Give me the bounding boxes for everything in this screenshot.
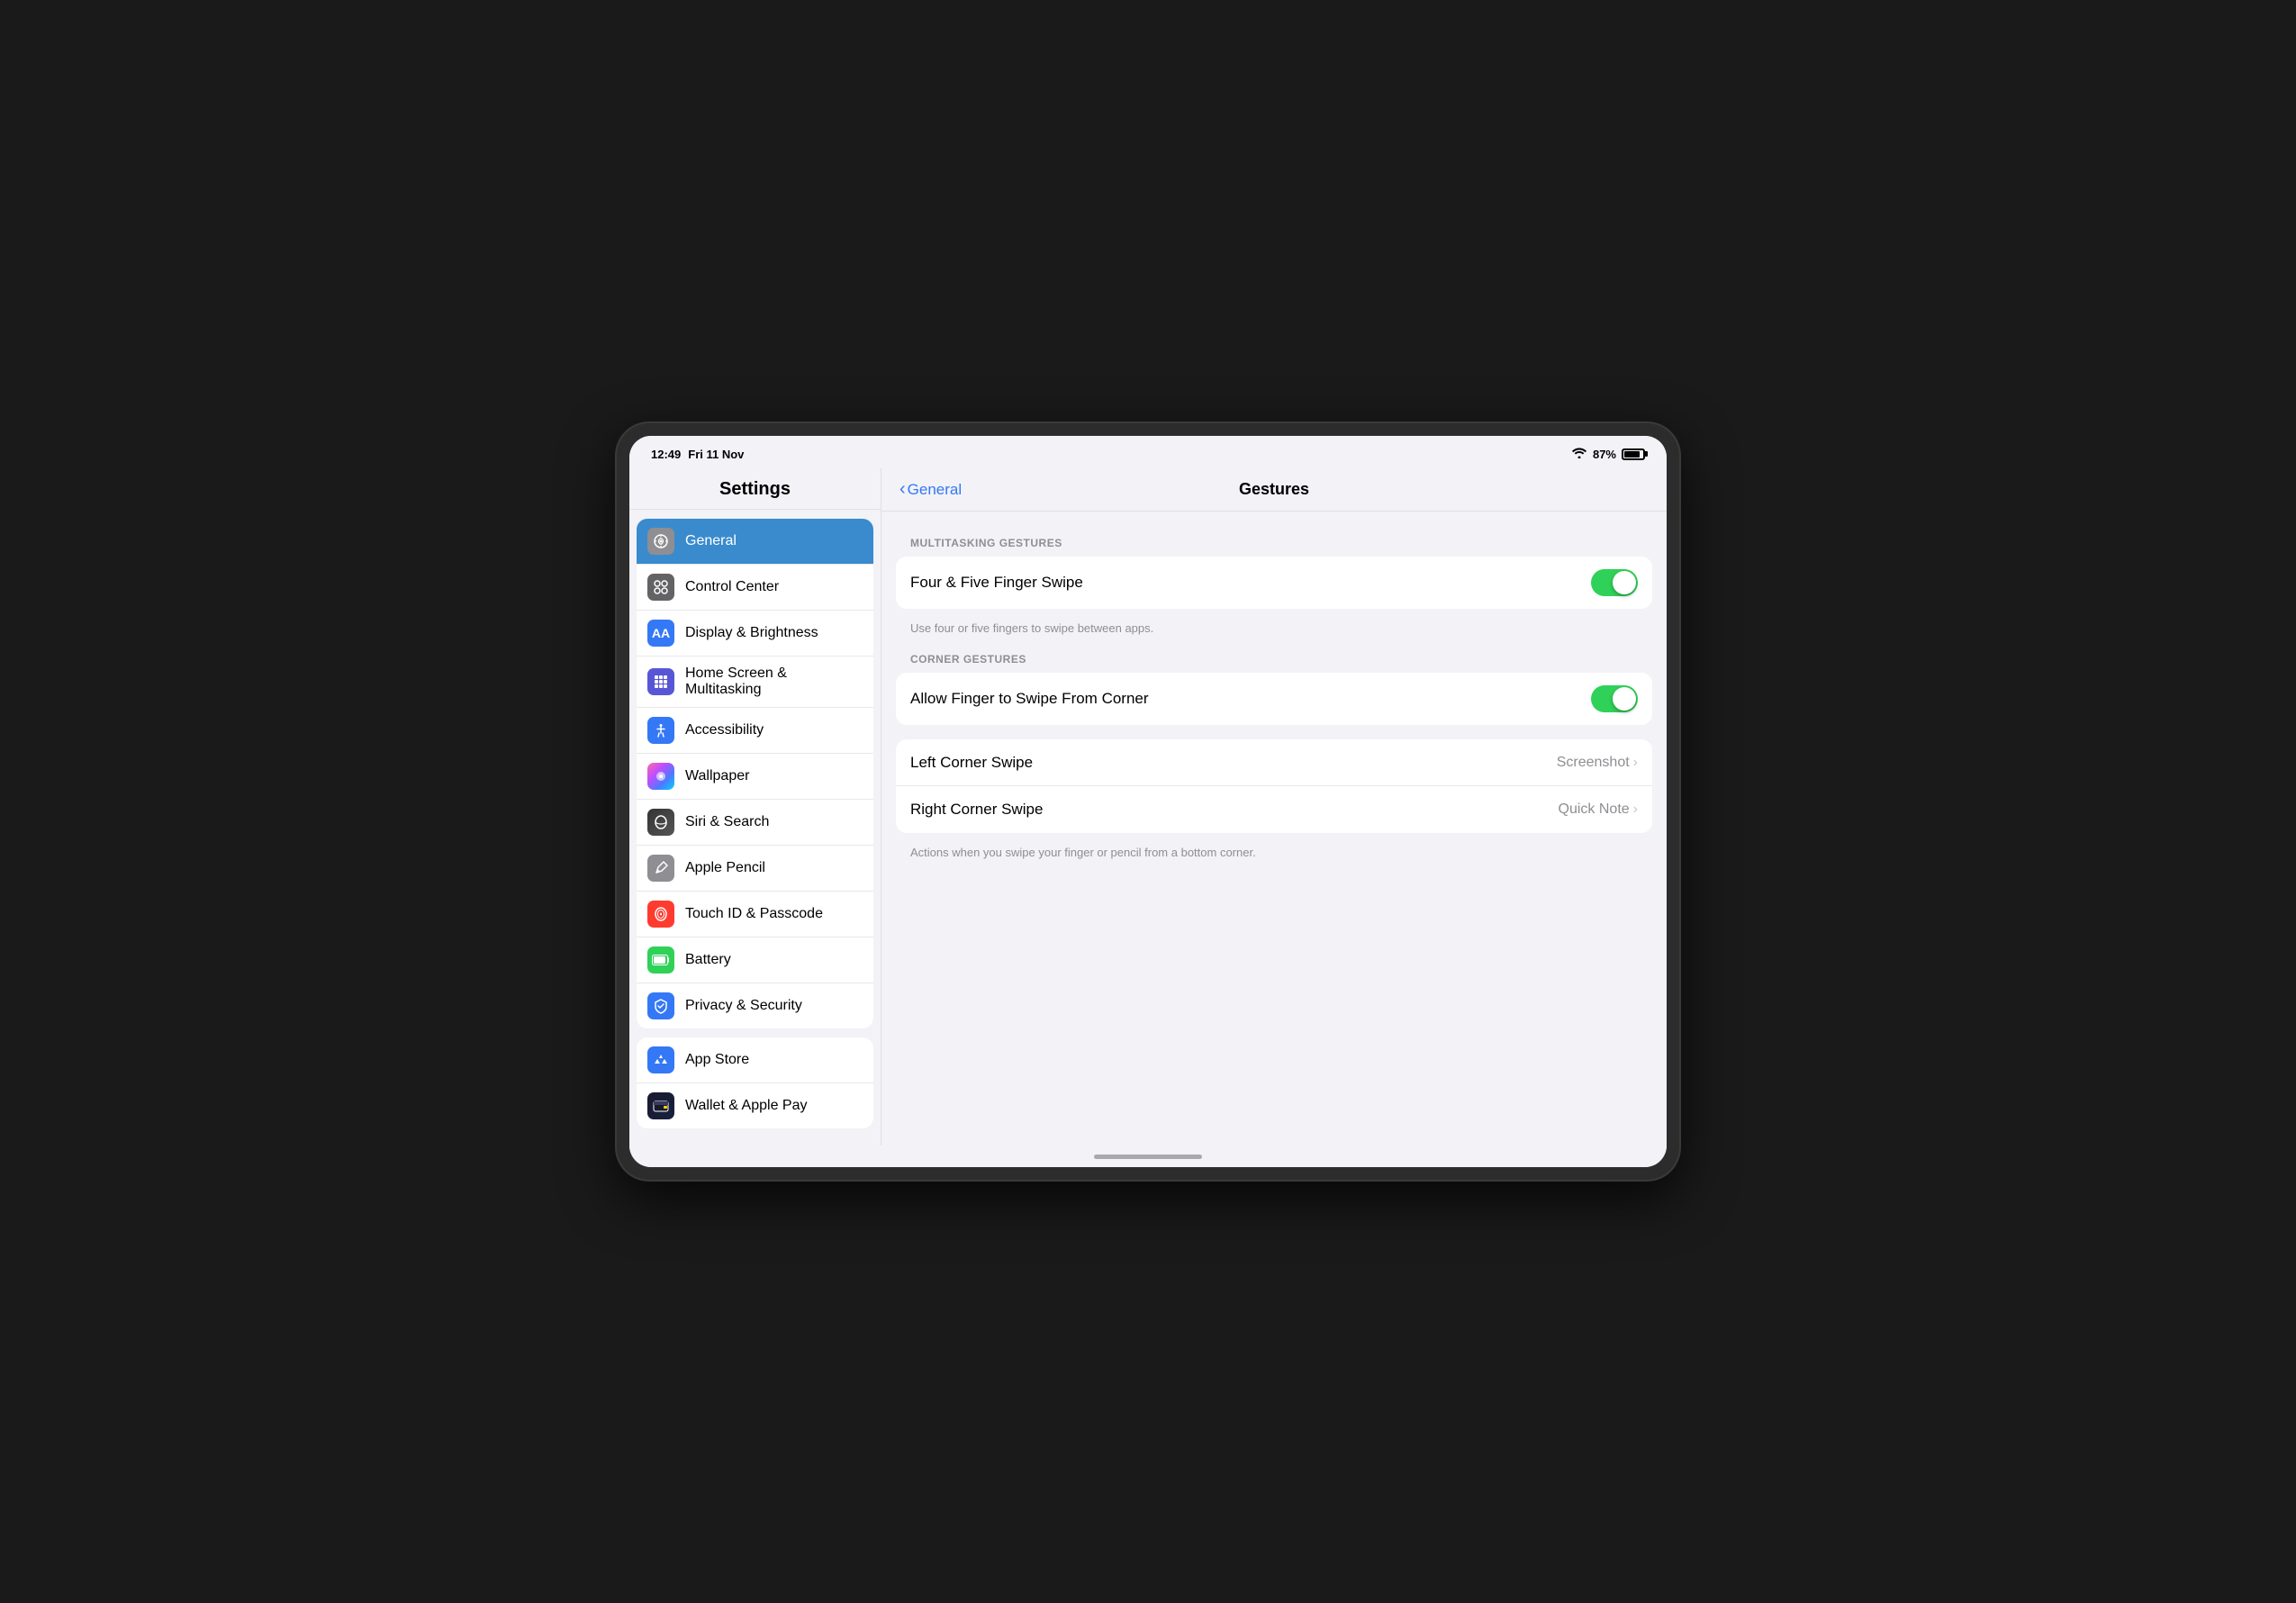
back-label: General <box>908 481 962 499</box>
sidebar: Settings <box>629 468 881 1146</box>
appstore-icon <box>647 1046 674 1073</box>
corner-swipe-group: Left Corner Swipe Screenshot › Right Cor… <box>896 739 1652 833</box>
four-five-finger-row[interactable]: Four & Five Finger Swipe <box>896 557 1652 609</box>
privacy-icon <box>647 992 674 1019</box>
toggle-knob <box>1613 571 1636 594</box>
sidebar-item-control[interactable]: Control Center <box>637 565 873 611</box>
sidebar-item-battery[interactable]: Battery <box>637 937 873 983</box>
sidebar-item-homescreen[interactable]: Home Screen & Multitasking <box>637 657 873 708</box>
left-corner-text: Screenshot <box>1557 755 1630 771</box>
corner-gestures-group: Allow Finger to Swipe From Corner <box>896 673 1652 725</box>
corner-gestures-header: CORNER GESTURES <box>896 653 1652 673</box>
sidebar-item-wallet[interactable]: Wallet & Apple Pay <box>637 1083 873 1128</box>
control-center-icon <box>647 574 674 601</box>
date: Fri 11 Nov <box>688 448 744 461</box>
sidebar-scroll: General Control Cen <box>629 510 881 1146</box>
wallpaper-icon <box>647 763 674 790</box>
sidebar-label-general: General <box>685 533 737 549</box>
sidebar-label-control: Control Center <box>685 579 779 595</box>
right-corner-chevron: › <box>1633 802 1638 818</box>
sidebar-title: Settings <box>629 468 881 510</box>
sidebar-label-battery: Battery <box>685 952 731 968</box>
status-right: 87% <box>1571 447 1645 461</box>
home-bar <box>1094 1155 1202 1159</box>
status-bar: 12:49 Fri 11 Nov 87% <box>629 436 1667 468</box>
wifi-icon <box>1571 447 1587 461</box>
battery-icon <box>1622 448 1645 460</box>
multitasking-gestures-group: Four & Five Finger Swipe <box>896 557 1652 609</box>
allow-finger-swipe-toggle[interactable] <box>1591 685 1638 712</box>
sidebar-label-wallpaper: Wallpaper <box>685 768 749 784</box>
sidebar-label-siri: Siri & Search <box>685 814 769 830</box>
sidebar-label-privacy: Privacy & Security <box>685 998 802 1014</box>
right-content: MULTITASKING GESTURES Four & Five Finger… <box>881 512 1667 888</box>
display-icon: AA <box>647 620 674 647</box>
sidebar-item-siri[interactable]: Siri & Search <box>637 800 873 846</box>
sidebar-item-pencil[interactable]: Apple Pencil <box>637 846 873 892</box>
main-content: Settings <box>629 468 1667 1146</box>
battery-percent: 87% <box>1593 448 1616 461</box>
touchid-icon <box>647 901 674 928</box>
sidebar-label-wallet: Wallet & Apple Pay <box>685 1098 807 1114</box>
back-button[interactable]: ‹ General <box>899 479 962 500</box>
right-corner-value: Quick Note › <box>1559 802 1638 818</box>
toggle-knob-2 <box>1613 687 1636 711</box>
sidebar-label-homescreen: Home Screen & Multitasking <box>685 666 863 698</box>
siri-icon <box>647 809 674 836</box>
accessibility-icon <box>647 717 674 744</box>
right-corner-swipe-row[interactable]: Right Corner Swipe Quick Note › <box>896 786 1652 833</box>
back-chevron-icon: ‹ <box>899 479 906 500</box>
sidebar-section-2: App Store Wallet & <box>637 1037 873 1128</box>
sidebar-label-pencil: Apple Pencil <box>685 860 765 876</box>
sidebar-label-accessibility: Accessibility <box>685 722 764 738</box>
status-left: 12:49 Fri 11 Nov <box>651 448 744 461</box>
right-corner-text: Quick Note <box>1559 802 1630 818</box>
multitasking-gestures-header: MULTITASKING GESTURES <box>896 537 1652 557</box>
sidebar-label-appstore: App Store <box>685 1052 749 1068</box>
ipad-frame: 12:49 Fri 11 Nov 87% <box>617 423 1679 1180</box>
home-indicator <box>629 1146 1667 1167</box>
left-corner-label: Left Corner Swipe <box>910 754 1033 772</box>
allow-finger-swipe-label: Allow Finger to Swipe From Corner <box>910 690 1149 708</box>
sidebar-item-appstore[interactable]: App Store <box>637 1037 873 1083</box>
sidebar-label-display: Display & Brightness <box>685 625 818 641</box>
wallet-icon <box>647 1092 674 1119</box>
four-five-finger-label: Four & Five Finger Swipe <box>910 574 1083 592</box>
sidebar-section-1: General Control Cen <box>637 519 873 1028</box>
battery-fill <box>1624 451 1640 457</box>
left-corner-value: Screenshot › <box>1557 755 1638 771</box>
sidebar-item-accessibility[interactable]: Accessibility <box>637 708 873 754</box>
pencil-icon <box>647 855 674 882</box>
sidebar-label-touchid: Touch ID & Passcode <box>685 906 823 922</box>
sidebar-item-touchid[interactable]: Touch ID & Passcode <box>637 892 873 937</box>
ipad-screen: 12:49 Fri 11 Nov 87% <box>629 436 1667 1167</box>
corner-swipe-footer: Actions when you swipe your finger or pe… <box>896 840 1652 870</box>
four-five-finger-toggle[interactable] <box>1591 569 1638 596</box>
left-corner-chevron: › <box>1633 755 1638 771</box>
battery-sidebar-icon <box>647 946 674 974</box>
sidebar-item-wallpaper[interactable]: Wallpaper <box>637 754 873 800</box>
general-icon <box>647 528 674 555</box>
homescreen-icon <box>647 668 674 695</box>
allow-finger-swipe-row[interactable]: Allow Finger to Swipe From Corner <box>896 673 1652 725</box>
time: 12:49 <box>651 448 681 461</box>
sidebar-item-display[interactable]: AA Display & Brightness <box>637 611 873 657</box>
right-header: ‹ General Gestures <box>881 468 1667 512</box>
four-five-finger-note: Use four or five fingers to swipe betwee… <box>896 616 1652 646</box>
sidebar-item-general[interactable]: General <box>637 519 873 565</box>
right-corner-label: Right Corner Swipe <box>910 801 1043 819</box>
right-panel: ‹ General Gestures MULTITASKING GESTURES… <box>881 468 1667 1146</box>
sidebar-item-privacy[interactable]: Privacy & Security <box>637 983 873 1028</box>
left-corner-swipe-row[interactable]: Left Corner Swipe Screenshot › <box>896 739 1652 786</box>
right-panel-title: Gestures <box>1239 480 1309 499</box>
